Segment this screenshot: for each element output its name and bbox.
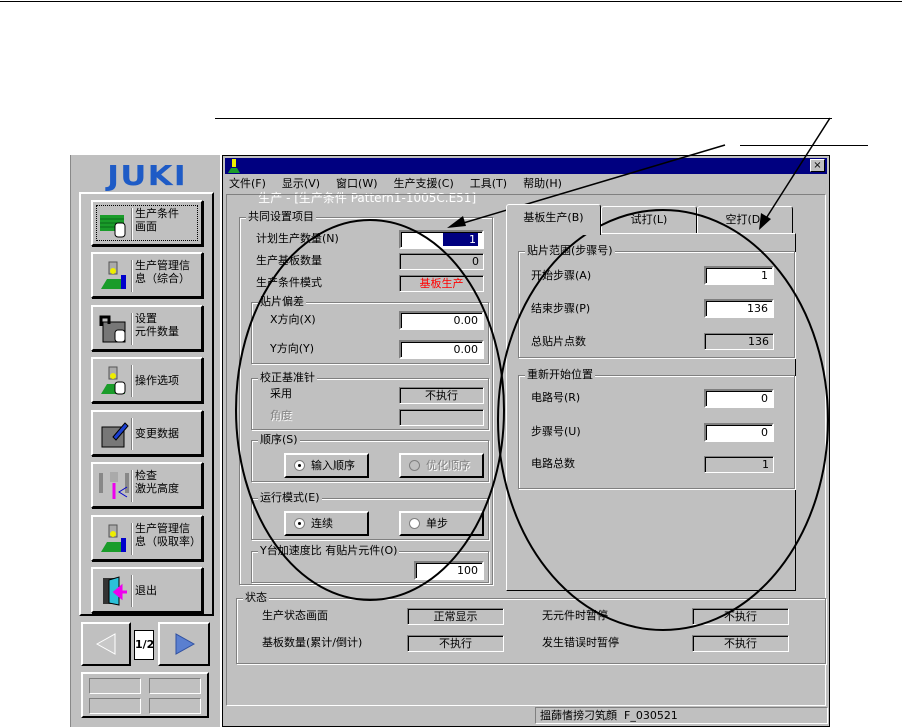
menu-bar: 文件(F) 显示(V) 窗口(W) 生产支援(C) 工具(T) 帮助(H) bbox=[229, 176, 578, 192]
production-info-pickup-button[interactable]: 生产管理信 息（吸取率） bbox=[91, 515, 203, 561]
fiducial-pin-group: 校正基准针 采用 不执行 角度 bbox=[251, 371, 489, 430]
page-indicator: 1/2 bbox=[134, 630, 154, 660]
circuit-total-value: 1 bbox=[704, 456, 774, 473]
menu-production-support[interactable]: 生产支援(C) bbox=[394, 176, 454, 192]
menu-view[interactable]: 显示(V) bbox=[282, 176, 320, 192]
common-settings-group: 共同设置项目 计划生产数量(N) 1 生产基板数量 0 生产条件模式 基板生产 … bbox=[239, 210, 493, 585]
window-titlebar[interactable]: 生产 - [生产条件 Pattern1-1005C.E51] × bbox=[225, 158, 827, 205]
placement-range-group: 贴片范围(步骤号) 开始步骤(A) 1 结束步骤(P) 136 总贴片点数 13… bbox=[518, 244, 795, 358]
order-group: 顺序(S) 输入顺序 优化顺序 bbox=[251, 433, 489, 482]
total-points-value: 136 bbox=[704, 333, 774, 350]
production-conditions-button[interactable]: 生产条件 画面 bbox=[91, 200, 203, 246]
close-button[interactable]: × bbox=[810, 159, 825, 172]
annotation-line bbox=[215, 118, 832, 119]
tab-dry-run[interactable]: 空打(D) bbox=[697, 206, 793, 233]
end-step-input[interactable]: 136 bbox=[704, 299, 774, 318]
sidebar: JUKI 生产条件 画面 生产管理信 息（综合） 设置 元件数量 操作选项 变更… bbox=[70, 155, 220, 727]
set-component-count-button[interactable]: 设置 元件数量 bbox=[91, 305, 203, 351]
accel-input[interactable]: 100 bbox=[414, 561, 484, 580]
production-info-summary-button[interactable]: 生产管理信 息（综合） bbox=[91, 252, 203, 298]
top-rule bbox=[0, 1, 902, 2]
y-offset-input[interactable]: 0.00 bbox=[399, 340, 484, 359]
app-icon bbox=[228, 159, 240, 173]
sidebar-footer bbox=[81, 672, 209, 718]
start-step-input[interactable]: 1 bbox=[704, 266, 774, 285]
mode-value: 基板生产 bbox=[399, 275, 484, 292]
board-qty-value: 0 bbox=[399, 253, 484, 270]
offset-group: 贴片偏差 X方向(X) 0.00 Y方向(Y) 0.00 bbox=[251, 295, 489, 364]
status-screen-value: 正常显示 bbox=[407, 608, 504, 625]
step-no-input[interactable]: 0 bbox=[704, 423, 774, 442]
head-info-icon bbox=[101, 524, 126, 552]
circuit-no-input[interactable]: 0 bbox=[704, 389, 774, 408]
mode-label: 生产条件模式 bbox=[256, 276, 322, 289]
exit-button[interactable]: 退出 bbox=[91, 567, 203, 613]
menu-file[interactable]: 文件(F) bbox=[229, 176, 266, 192]
status-bar: 搵蒒愭搒刁笂顔 F_030521 bbox=[535, 707, 828, 724]
run-continuous-radio[interactable]: 连续 bbox=[284, 511, 369, 536]
pin-angle-value bbox=[399, 409, 484, 426]
order-input-radio[interactable]: 输入顺序 bbox=[284, 453, 369, 478]
menu-window[interactable]: 窗口(W) bbox=[336, 176, 377, 192]
pin-use-value: 不执行 bbox=[399, 387, 484, 404]
restart-position-group: 重新开始位置 电路号(R) 0 步骤号(U) 0 电路总数 1 bbox=[518, 368, 795, 489]
board-count-value: 不执行 bbox=[407, 635, 504, 652]
order-optimized-radio[interactable]: 优化顺序 bbox=[399, 453, 484, 478]
pcb-hand-icon bbox=[100, 215, 126, 238]
accel-group: Y台加速度比 有贴片元件(O) 100 bbox=[251, 544, 489, 583]
head-hand-icon bbox=[101, 366, 126, 395]
tab-trial[interactable]: 试打(L) bbox=[601, 206, 697, 233]
pause-no-component-value: 不执行 bbox=[692, 608, 789, 625]
x-offset-input[interactable]: 0.00 bbox=[399, 311, 484, 330]
change-data-button[interactable]: 变更数据 bbox=[91, 410, 203, 456]
next-page-button[interactable] bbox=[158, 622, 210, 666]
menu-tools[interactable]: 工具(T) bbox=[470, 176, 507, 192]
status-group: 状态 生产状态画面 正常显示 无元件时暂停 不执行 基板数量(累计/倒计) 不执… bbox=[236, 591, 826, 664]
annotation-line bbox=[740, 145, 868, 146]
operation-options-button[interactable]: 操作选项 bbox=[91, 357, 203, 403]
juki-logo: JUKI bbox=[107, 159, 187, 192]
content-area: 共同设置项目 计划生产数量(N) 1 生产基板数量 0 生产条件模式 基板生产 … bbox=[226, 194, 826, 706]
board-qty-label: 生产基板数量 bbox=[256, 254, 322, 267]
prev-page-button[interactable] bbox=[81, 622, 131, 666]
pause-on-error-value: 不执行 bbox=[692, 635, 789, 652]
component-count-icon bbox=[99, 315, 126, 343]
menu-help[interactable]: 帮助(H) bbox=[523, 176, 562, 192]
run-mode-group: 运行模式(E) 连续 单步 bbox=[251, 491, 489, 540]
production-window: 生产 - [生产条件 Pattern1-1005C.E51] × 文件(F) 显… bbox=[222, 155, 830, 727]
right-arrow-icon bbox=[175, 633, 196, 655]
laser-height-icon bbox=[99, 472, 129, 499]
sidebar-buttons: 生产条件 画面 生产管理信 息（综合） 设置 元件数量 操作选项 变更数据 检查… bbox=[79, 192, 214, 616]
run-step-radio[interactable]: 单步 bbox=[399, 511, 484, 536]
exit-door-icon bbox=[103, 576, 127, 606]
left-arrow-icon bbox=[95, 633, 116, 655]
tab-board-production[interactable]: 基板生产(B) bbox=[506, 204, 601, 235]
plan-qty-label: 计划生产数量(N) bbox=[256, 232, 339, 245]
edit-data-icon bbox=[101, 422, 129, 448]
plan-qty-input[interactable]: 1 bbox=[399, 230, 484, 249]
head-info-icon bbox=[101, 261, 126, 289]
check-laser-height-button[interactable]: 检查 激光高度 bbox=[91, 462, 203, 508]
